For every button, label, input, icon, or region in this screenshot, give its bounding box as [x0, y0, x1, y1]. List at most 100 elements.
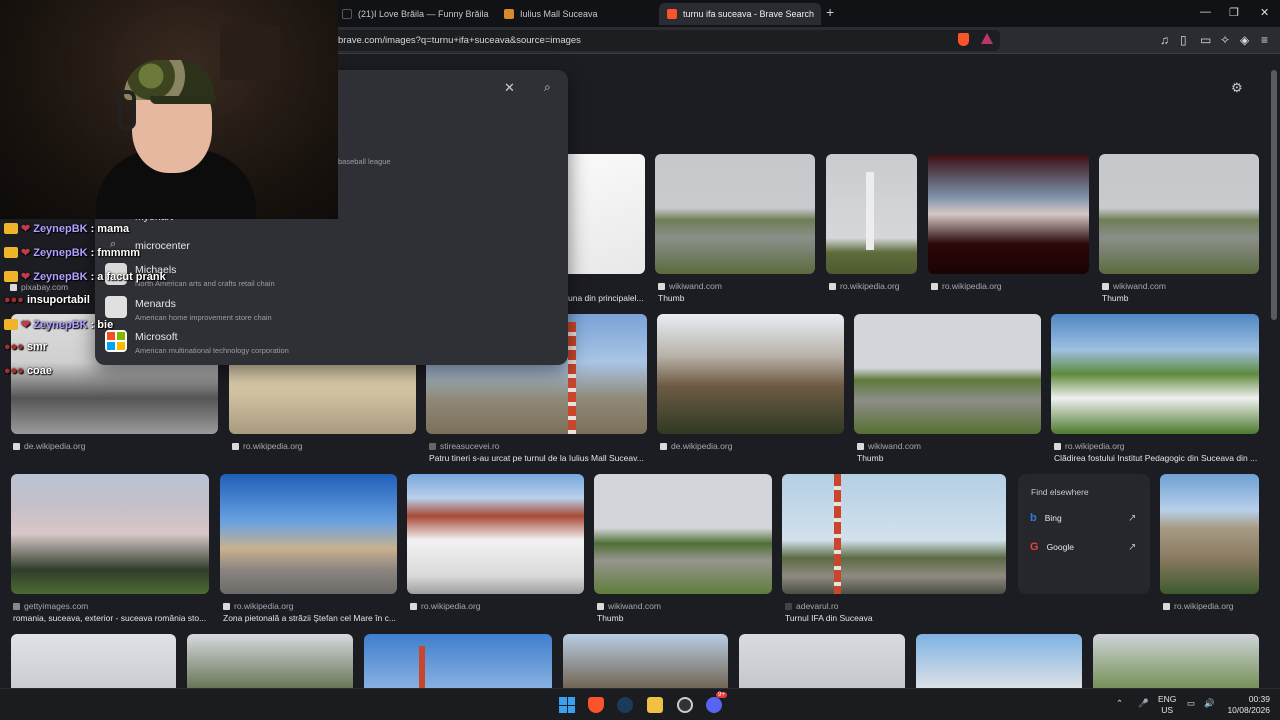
clock[interactable]: 00:39 10/08/2026	[1222, 694, 1270, 716]
result-caption[interactable]: Turnul IFA din Suceava	[785, 613, 1003, 623]
result-image[interactable]	[826, 154, 917, 274]
result-source: pixabay.com	[10, 282, 68, 292]
result-image[interactable]	[220, 474, 397, 594]
file-explorer-icon[interactable]	[647, 697, 663, 713]
result-image[interactable]	[11, 634, 176, 688]
webcam-overlay	[0, 0, 338, 219]
tiktok-icon	[342, 9, 352, 19]
result-source: ro.wikipedia.org	[1163, 601, 1234, 611]
network-icon[interactable]: ▭	[1187, 698, 1195, 709]
result-source: stireasucevei.ro	[429, 441, 500, 451]
result-image[interactable]	[1093, 634, 1259, 688]
result-source: de.wikipedia.org	[13, 441, 85, 451]
result-image[interactable]	[1051, 314, 1259, 434]
brave-taskbar-icon[interactable]	[588, 697, 604, 713]
result-source: ro.wikipedia.org	[232, 441, 303, 451]
close-window-icon[interactable]: ✕	[1260, 6, 1269, 19]
chat-message: ●●● coae	[4, 365, 53, 377]
result-image[interactable]	[565, 154, 645, 274]
share-arrow-icon: ↗	[1128, 512, 1137, 524]
suggestion-item[interactable]: microcenter	[135, 240, 190, 252]
close-tab-icon[interactable]: ✕	[820, 8, 821, 21]
result-image[interactable]	[407, 474, 584, 594]
result-image[interactable]	[11, 474, 209, 594]
result-caption[interactable]: Clădirea fostului Institut Pedagogic din…	[1054, 453, 1259, 463]
result-image[interactable]	[187, 634, 353, 688]
result-caption[interactable]: una din principalel...	[568, 293, 648, 303]
brave-icon	[667, 9, 677, 19]
menards-logo-icon	[105, 296, 127, 318]
bing-icon: b	[1030, 512, 1037, 524]
sidebar-icon[interactable]: ▯	[1180, 33, 1187, 47]
suggestion-subtitle: American home improvement store chain	[135, 313, 272, 322]
leo-icon[interactable]: ✧	[1220, 33, 1230, 47]
result-image[interactable]	[739, 634, 905, 688]
find-on-bing-button[interactable]: b Bing ↗	[1030, 512, 1148, 524]
result-image[interactable]	[916, 634, 1082, 688]
obs-icon[interactable]	[677, 697, 693, 713]
result-caption[interactable]: romania, suceava, exterior - suceava rom…	[13, 613, 208, 623]
new-tab-button[interactable]: +	[826, 4, 834, 20]
result-source: wikiwand.com	[658, 281, 722, 291]
result-image[interactable]	[657, 314, 844, 434]
search-icon[interactable]: ⌕	[544, 80, 551, 95]
chat-message: ❤ ZeynepBK: mama	[4, 222, 129, 235]
tab-brave-search[interactable]: turnu ifa suceava - Brave Search ✕	[659, 3, 821, 25]
result-caption[interactable]: Thumb	[658, 293, 808, 303]
result-caption[interactable]: Thumb	[857, 453, 1037, 463]
taskbar: 9+ ⌃ 🎤 ENG US ▭ 🔊 00:39 10/08/2026	[0, 688, 1280, 720]
language-indicator[interactable]: ENG US	[1158, 694, 1176, 716]
result-image[interactable]	[364, 634, 552, 688]
brave-shields-icon[interactable]	[958, 33, 969, 46]
result-image[interactable]	[928, 154, 1089, 274]
brave-rewards-icon[interactable]	[981, 33, 993, 44]
result-image[interactable]	[854, 314, 1041, 434]
result-image[interactable]	[594, 474, 772, 594]
settings-gear-icon[interactable]: ⚙	[1231, 80, 1243, 96]
chat-message: ❤ ZeynepBK: fmmmm	[4, 246, 140, 259]
chat-message: ❤ ZeynepBK: bie	[4, 318, 113, 331]
address-bar[interactable]: brave.com/images?q=turnu+ifa+suceava&sou…	[330, 30, 1000, 51]
tab-tiktok[interactable]: (21)I Love Brăila — Funny Brăila Mom	[334, 3, 490, 25]
result-caption[interactable]: Thumb	[1102, 293, 1252, 303]
vpn-icon[interactable]: ◈	[1240, 33, 1249, 47]
windows-start-icon[interactable]	[559, 697, 575, 713]
result-caption[interactable]: Patru tineri s-au urcat pe turnul de la …	[429, 453, 647, 463]
volume-icon[interactable]: 🔊	[1204, 698, 1215, 709]
result-caption[interactable]: Zona pietonală a străzii Ştefan cel Mare…	[223, 613, 397, 623]
tray-overflow-icon[interactable]: ⌃	[1116, 698, 1123, 709]
url-text: brave.com/images?q=turnu+ifa+suceava&sou…	[338, 35, 581, 46]
microphone-icon[interactable]: 🎤	[1138, 698, 1149, 709]
result-image[interactable]	[782, 474, 1006, 594]
result-source: ro.wikipedia.org	[829, 281, 900, 291]
result-image[interactable]	[1099, 154, 1259, 274]
result-image[interactable]	[563, 634, 728, 688]
music-icon[interactable]: ♫	[1160, 33, 1169, 47]
result-image[interactable]	[1160, 474, 1259, 594]
result-source: wikiwand.com	[857, 441, 921, 451]
find-on-google-button[interactable]: G Google ↗	[1030, 541, 1148, 553]
chat-message: ❤ ZeynepBK: a facut prank	[4, 270, 166, 283]
result-image[interactable]	[655, 154, 815, 274]
wallet-icon[interactable]: ▭	[1200, 33, 1211, 47]
scrollbar-thumb[interactable]	[1271, 70, 1277, 320]
find-elsewhere-panel: Find elsewhere b Bing ↗ G Google ↗	[1018, 474, 1150, 594]
result-source: wikiwand.com	[597, 601, 661, 611]
suggestion-subtitle: American multinational technology corpor…	[135, 346, 289, 355]
result-caption[interactable]: Thumb	[597, 613, 767, 623]
suggestion-subtitle: baseball league	[338, 157, 391, 166]
chat-message: ●●● smr	[4, 341, 48, 353]
result-source: ro.wikipedia.org	[1054, 441, 1125, 451]
steam-icon[interactable]	[617, 697, 633, 713]
tab-iulius-mall[interactable]: Iulius Mall Suceava	[496, 3, 652, 25]
suggestion-item[interactable]: Menards	[135, 298, 176, 310]
result-source: ro.wikipedia.org	[223, 601, 294, 611]
discord-icon[interactable]	[706, 697, 722, 713]
clear-search-icon[interactable]: ✕	[504, 80, 515, 96]
suggestion-item[interactable]: Microsoft	[135, 331, 178, 343]
discord-notification-badge: 9+	[716, 692, 727, 698]
minimize-icon[interactable]: —	[1200, 6, 1211, 18]
menu-icon[interactable]: ≡	[1261, 33, 1268, 47]
result-source: gettyimages.com	[13, 601, 88, 611]
maximize-icon[interactable]: ❐	[1229, 6, 1239, 19]
